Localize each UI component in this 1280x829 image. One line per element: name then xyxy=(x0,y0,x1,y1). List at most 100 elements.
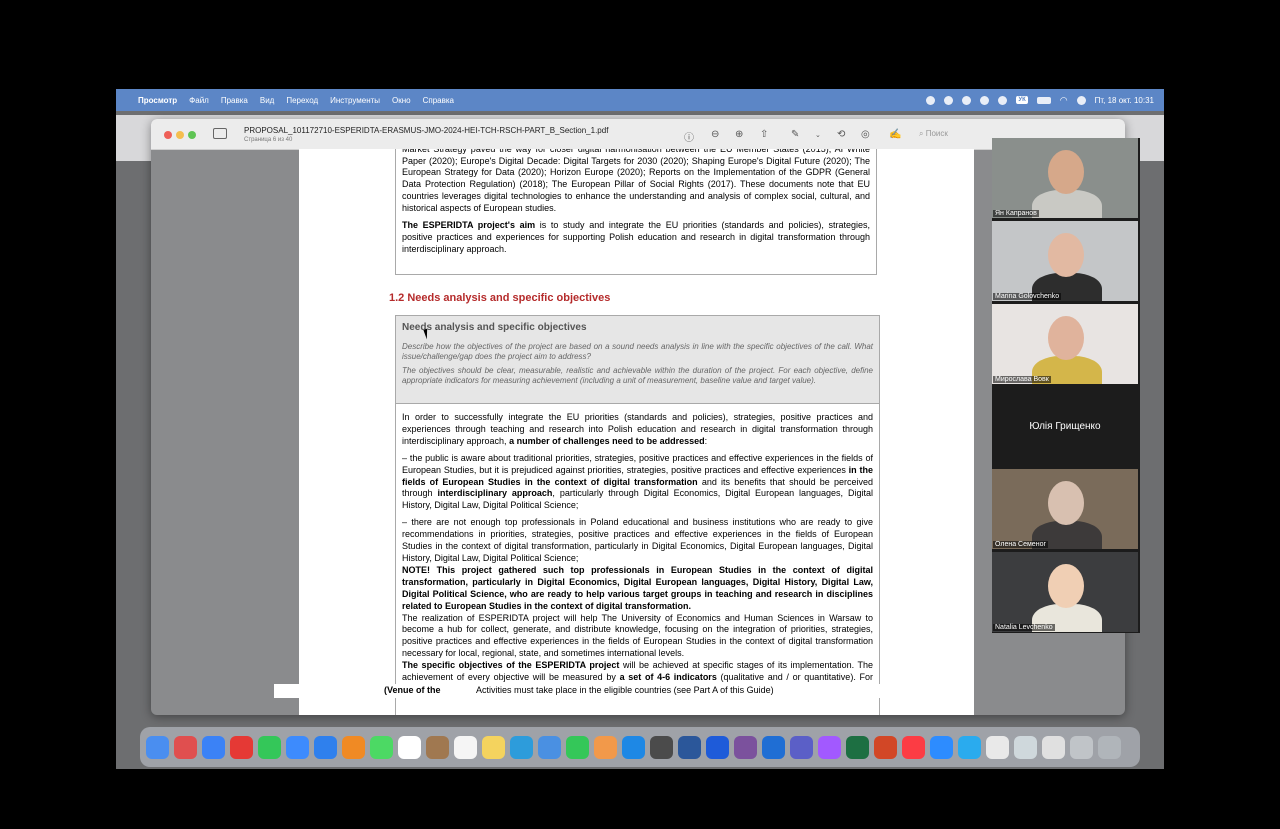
participant-name: Мирослава Вовк xyxy=(993,376,1051,383)
dock-app-icon[interactable] xyxy=(426,735,449,759)
status-area: УК ◠ Пт, 18 окт. 10:31 xyxy=(926,89,1154,111)
dock-app-icon[interactable] xyxy=(202,735,225,759)
menu-file[interactable]: Файл xyxy=(189,96,209,105)
menu-view[interactable]: Вид xyxy=(260,96,274,105)
dock-app-icon[interactable] xyxy=(846,735,869,759)
dock-app-icon[interactable] xyxy=(146,735,169,759)
clock[interactable]: Пт, 18 окт. 10:31 xyxy=(1095,96,1154,105)
text-bold: a set of 4-6 indicators xyxy=(619,672,717,683)
intro-box: Market Strategy paved the way for closer… xyxy=(395,149,877,275)
dock-app-icon[interactable] xyxy=(958,735,981,759)
dock-app-icon[interactable] xyxy=(1042,735,1065,759)
participant-tile[interactable]: Ян Капранов xyxy=(992,138,1138,218)
participant-name: Natalia Levchenko xyxy=(993,624,1055,631)
dock-app-icon[interactable] xyxy=(566,735,589,759)
dock-app-icon[interactable] xyxy=(790,735,813,759)
dock-app-icon[interactable] xyxy=(258,735,281,759)
status-icon[interactable] xyxy=(962,95,972,105)
status-icon[interactable] xyxy=(926,95,936,105)
hint-text: The objectives should be clear, measurab… xyxy=(402,366,873,385)
text: – the public is aware about traditional … xyxy=(402,452,873,475)
zoom-in-icon[interactable]: ⊕ xyxy=(735,129,743,140)
close-button[interactable] xyxy=(164,131,172,139)
participant-tile[interactable]: Natalia Levchenko xyxy=(992,552,1138,632)
aim-paragraph: The ESPERIDTA project's aim is to study … xyxy=(402,220,870,255)
dock-app-icon[interactable] xyxy=(1070,735,1093,759)
participant-name: Ян Капранов xyxy=(993,210,1039,217)
search-icon[interactable] xyxy=(1076,95,1086,105)
dock-app-icon[interactable] xyxy=(1098,735,1121,759)
minimize-button[interactable] xyxy=(176,131,184,139)
dock-app-icon[interactable] xyxy=(650,735,673,759)
dock-app-icon[interactable] xyxy=(902,735,925,759)
text-bold: The specific objectives of the ESPERIDTA… xyxy=(402,660,620,671)
keyboard-layout-badge[interactable]: УК xyxy=(1016,96,1028,104)
menu-help[interactable]: Справка xyxy=(423,96,454,105)
dock-app-icon[interactable] xyxy=(734,735,757,759)
zoom-button[interactable] xyxy=(188,131,196,139)
menu-edit[interactable]: Правка xyxy=(221,96,248,105)
dock-app-icon[interactable] xyxy=(342,735,365,759)
dock-app-icon[interactable] xyxy=(314,735,337,759)
text-bold: NOTE! This project gathered such top pro… xyxy=(402,564,873,611)
participant-face xyxy=(1048,564,1084,608)
dock-app-icon[interactable] xyxy=(510,735,533,759)
zoom-out-icon[interactable]: ⊖ xyxy=(711,129,719,140)
chevron-down-icon[interactable]: ⌄ xyxy=(815,131,821,139)
video-call-panel: Ян Капранов Marina Golovchenko Мирослава В… xyxy=(992,138,1140,633)
dock-app-icon[interactable] xyxy=(538,735,561,759)
needs-box-body: In order to successfully integrate the E… xyxy=(396,404,879,696)
pdf-page[interactable]: Market Strategy paved the way for closer… xyxy=(299,149,974,715)
participant-tile[interactable]: Олена Семеног xyxy=(992,469,1138,549)
dock-app-icon[interactable] xyxy=(594,735,617,759)
dock-app-icon[interactable] xyxy=(398,735,421,759)
wifi-icon[interactable]: ◠ xyxy=(1060,95,1068,106)
status-icon[interactable] xyxy=(944,95,954,105)
dock-app-icon[interactable] xyxy=(622,735,645,759)
dock-app-icon[interactable] xyxy=(874,735,897,759)
menu-go[interactable]: Переход xyxy=(286,96,318,105)
menu-app-name[interactable]: Просмотр xyxy=(138,96,177,105)
dock-app-icon[interactable] xyxy=(454,735,477,759)
dock-app-icon[interactable] xyxy=(230,735,253,759)
hint-text: Describe how the objectives of the proje… xyxy=(402,342,873,361)
info-icon[interactable]: ⓘ xyxy=(684,129,694,144)
dock-app-icon[interactable] xyxy=(1014,735,1037,759)
participant-tile[interactable]: Мирослава Вовк xyxy=(992,304,1138,384)
highlight-icon[interactable]: ◎ xyxy=(861,129,870,140)
page-indicator: Страница 6 из 40 xyxy=(244,137,293,143)
markup-icon[interactable]: ✎ xyxy=(791,129,799,140)
status-icon[interactable] xyxy=(980,95,990,105)
search-field[interactable]: ⌕ Поиск xyxy=(919,129,948,139)
dock-app-icon[interactable] xyxy=(930,735,953,759)
dock-app-icon[interactable] xyxy=(370,735,393,759)
dock-app-icon[interactable] xyxy=(986,735,1009,759)
dock-app-icon[interactable] xyxy=(706,735,729,759)
participant-video xyxy=(1032,190,1102,218)
battery-icon[interactable] xyxy=(1036,96,1051,104)
participant-face xyxy=(1048,481,1084,525)
participant-tile[interactable]: Юлія Грищенко xyxy=(992,387,1138,467)
sidebar-toggle-icon[interactable] xyxy=(213,128,227,139)
dock-app-icon[interactable] xyxy=(678,735,701,759)
menu-window[interactable]: Окно xyxy=(392,96,411,105)
paragraph: In order to successfully integrate the E… xyxy=(402,412,873,448)
dock-app-icon[interactable] xyxy=(174,735,197,759)
rotate-icon[interactable]: ⟲ xyxy=(837,129,845,140)
participant-tile[interactable]: Marina Golovchenko xyxy=(992,221,1138,301)
dock-app-icon[interactable] xyxy=(762,735,785,759)
dock-app-icon[interactable] xyxy=(482,735,505,759)
section-heading: 1.2 Needs analysis and specific objectiv… xyxy=(389,292,611,304)
text-bold: interdisciplinary approach xyxy=(437,488,553,499)
participant-face xyxy=(1048,150,1084,194)
dock-app-icon[interactable] xyxy=(286,735,309,759)
participant-face xyxy=(1048,316,1084,360)
menu-tools[interactable]: Инструменты xyxy=(330,96,380,105)
status-icon[interactable] xyxy=(998,95,1008,105)
sign-icon[interactable]: ✍ xyxy=(889,129,901,140)
participant-name: Олена Семеног xyxy=(993,541,1049,548)
dock-app-icon[interactable] xyxy=(818,735,841,759)
aim-bold: The ESPERIDTA project's aim xyxy=(402,220,536,231)
needs-box-header: Needs analysis and specific objectives D… xyxy=(396,316,879,404)
share-icon[interactable]: ⇧ xyxy=(760,129,768,140)
